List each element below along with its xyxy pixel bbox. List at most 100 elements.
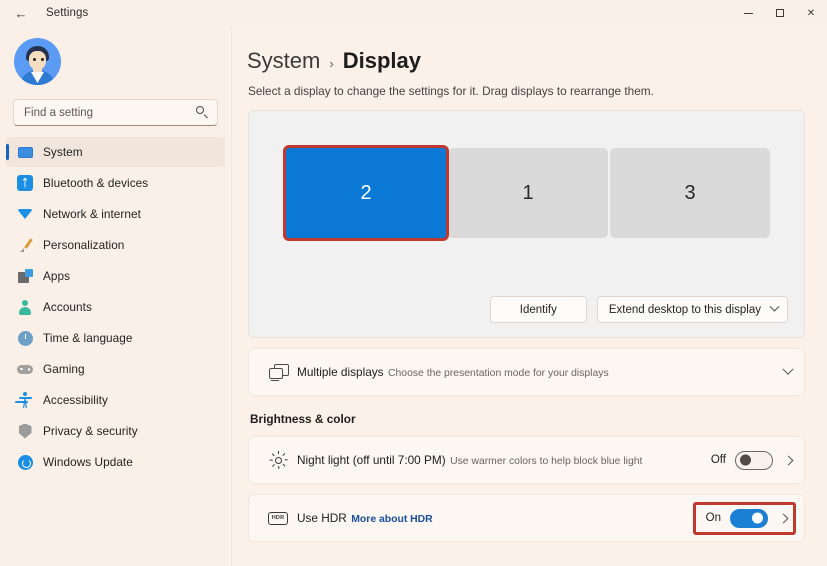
clock-icon: [12, 331, 38, 346]
display-number: 3: [684, 182, 695, 205]
chevron-down-icon: [770, 302, 780, 312]
sidebar-item-label: Time & language: [43, 331, 133, 345]
settings-window: ← Settings ✕: [0, 0, 827, 566]
more-about-hdr-link[interactable]: More about HDR: [351, 514, 432, 525]
sidebar-item-privacy-security[interactable]: Privacy & security: [6, 416, 225, 446]
window-title: Settings: [46, 7, 88, 19]
display-mode-value: Extend desktop to this display: [609, 304, 761, 316]
accessibility-icon: [12, 392, 38, 408]
close-icon: ✕: [807, 8, 815, 19]
sidebar-item-accounts[interactable]: Accounts: [6, 292, 225, 322]
sidebar-item-windows-update[interactable]: Windows Update: [6, 447, 225, 477]
row-subtitle: Use warmer colors to help block blue lig…: [450, 456, 642, 467]
breadcrumb-separator: ›: [329, 56, 333, 71]
breadcrumb-parent[interactable]: System: [247, 48, 320, 74]
sidebar-item-label: Accessibility: [43, 393, 108, 407]
sidebar-item-label: Accounts: [43, 300, 92, 314]
minimize-button[interactable]: [733, 0, 764, 26]
avatar[interactable]: [14, 38, 61, 85]
brightness-color-section-label: Brightness & color: [250, 412, 805, 426]
avatar-eye-right: [41, 58, 44, 61]
sidebar-item-network-internet[interactable]: Network & internet: [6, 199, 225, 229]
use-hdr-row[interactable]: HDR Use HDR More about HDR On: [248, 494, 805, 542]
maximize-button[interactable]: [764, 0, 795, 26]
toggle-knob: [740, 455, 751, 466]
sidebar-item-label: Gaming: [43, 362, 85, 376]
maximize-icon: [776, 9, 784, 17]
search-icon: [196, 106, 209, 119]
update-icon: [12, 455, 38, 470]
toggle-knob: [752, 513, 763, 524]
hdr-icon-label: HDR: [268, 512, 288, 525]
sidebar-item-label: System: [43, 145, 83, 159]
gamepad-icon: [12, 365, 38, 374]
apps-icon: [12, 269, 38, 284]
close-button[interactable]: ✕: [795, 0, 827, 26]
search-box[interactable]: [13, 99, 218, 126]
night-light-row[interactable]: Night light (off until 7:00 PM) Use warm…: [248, 436, 805, 484]
sidebar-item-label: Windows Update: [43, 455, 133, 469]
multiple-displays-row[interactable]: Multiple displays Choose the presentatio…: [248, 348, 805, 396]
page-subtitle: Select a display to change the settings …: [248, 84, 805, 98]
night-light-text: Night light (off until 7:00 PM) Use warm…: [297, 451, 711, 469]
chevron-down-icon[interactable]: [782, 364, 793, 375]
use-hdr-toggle[interactable]: [730, 509, 768, 528]
back-button[interactable]: ←: [6, 1, 36, 25]
search-input[interactable]: [24, 107, 196, 119]
row-title: Use HDR: [297, 511, 347, 525]
sidebar-item-label: Bluetooth & devices: [43, 176, 148, 190]
main-content: System › Display Select a display to cha…: [232, 26, 827, 566]
sidebar-item-accessibility[interactable]: Accessibility: [6, 385, 225, 415]
night-light-toggle[interactable]: [735, 451, 773, 470]
multiple-displays-icon: [263, 364, 293, 380]
minimize-icon: [744, 13, 753, 14]
window-controls: ✕: [733, 0, 827, 26]
display-number: 1: [522, 182, 533, 205]
window-body: System ᛏ Bluetooth & devices Network & i…: [0, 26, 827, 566]
sidebar-item-time-language[interactable]: Time & language: [6, 323, 225, 353]
chevron-right-icon[interactable]: [779, 513, 789, 523]
sidebar-item-label: Personalization: [43, 238, 124, 252]
hdr-icon: HDR: [263, 512, 293, 525]
row-title: Night light (off until 7:00 PM): [297, 453, 446, 467]
sidebar: System ᛏ Bluetooth & devices Network & i…: [0, 26, 232, 566]
display-mode-dropdown[interactable]: Extend desktop to this display: [597, 296, 788, 323]
toggle-state-label: Off: [711, 454, 726, 466]
use-hdr-toggle-area: On: [693, 502, 796, 535]
display-arrangement-panel[interactable]: 2 1 3 Identify Extend desktop to this di…: [248, 110, 805, 338]
avatar-eye-left: [33, 58, 36, 61]
sidebar-item-bluetooth-devices[interactable]: ᛏ Bluetooth & devices: [6, 168, 225, 198]
sidebar-item-apps[interactable]: Apps: [6, 261, 225, 291]
sidebar-item-personalization[interactable]: Personalization: [6, 230, 225, 260]
sidebar-item-label: Network & internet: [43, 207, 141, 221]
sidebar-item-label: Privacy & security: [43, 424, 138, 438]
bluetooth-icon: ᛏ: [12, 175, 38, 191]
sidebar-nav: System ᛏ Bluetooth & devices Network & i…: [0, 136, 231, 478]
sidebar-item-system[interactable]: System: [6, 137, 225, 167]
title-bar: ← Settings ✕: [0, 0, 827, 26]
monitor-icon: [12, 147, 38, 158]
sidebar-item-label: Apps: [43, 269, 70, 283]
chevron-right-icon[interactable]: [784, 455, 794, 465]
paintbrush-icon: [12, 237, 38, 253]
wifi-icon: [12, 209, 38, 219]
display-list: 2 1 3: [286, 148, 770, 238]
arrangement-actions: Identify Extend desktop to this display: [490, 296, 788, 323]
page-title: Display: [343, 48, 421, 74]
sidebar-item-gaming[interactable]: Gaming: [6, 354, 225, 384]
display-tile-3[interactable]: 3: [610, 148, 770, 238]
multiple-displays-text: Multiple displays Choose the presentatio…: [297, 363, 778, 381]
display-number: 2: [360, 182, 371, 205]
display-tile-2[interactable]: 2: [286, 148, 446, 238]
person-icon: [12, 300, 38, 315]
identify-button[interactable]: Identify: [490, 296, 587, 323]
display-tile-1[interactable]: 1: [448, 148, 608, 238]
search-container: [0, 85, 231, 136]
row-title: Multiple displays: [297, 365, 384, 379]
sun-icon: [263, 452, 293, 469]
use-hdr-text: Use HDR More about HDR: [297, 509, 693, 527]
breadcrumb: System › Display: [247, 48, 805, 74]
account-block[interactable]: [0, 26, 231, 85]
toggle-state-label: On: [706, 512, 721, 524]
shield-icon: [12, 424, 38, 439]
